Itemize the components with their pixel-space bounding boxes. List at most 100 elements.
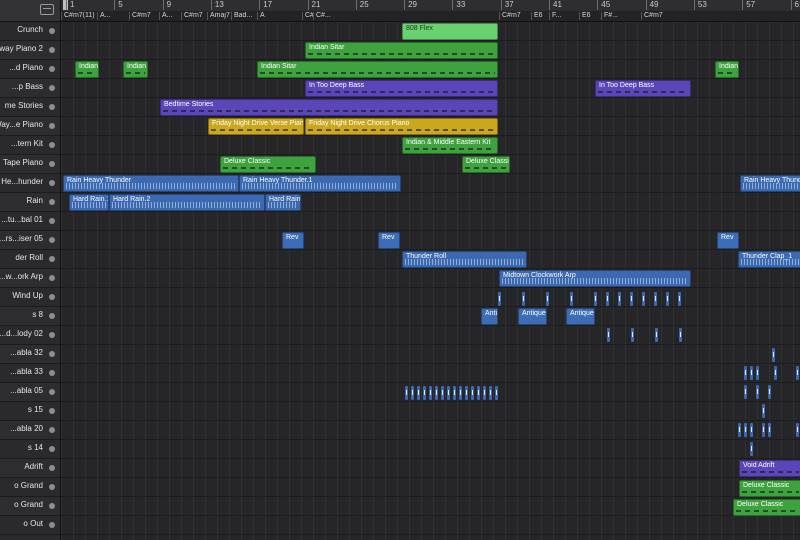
region-deluxe-classic[interactable]: Deluxe Classic: [739, 480, 800, 497]
sample-slice[interactable]: [471, 386, 474, 400]
track-header[interactable]: ...abla 33: [0, 364, 60, 383]
chord-track[interactable]: C#m7(11)A...C#m7A...C#m7Amaj7Bad...AC#..…: [61, 11, 800, 22]
sample-slice[interactable]: [762, 423, 765, 437]
sample-slice[interactable]: [489, 386, 492, 400]
track-dot-icon[interactable]: [49, 85, 55, 91]
sample-slice[interactable]: [642, 292, 645, 306]
region-indian-sitar[interactable]: Indian Sitar: [305, 42, 498, 59]
region-antique[interactable]: Antique: [566, 308, 595, 325]
track-dot-icon[interactable]: [49, 465, 55, 471]
track-dot-icon[interactable]: [49, 503, 55, 509]
track-dot-icon[interactable]: [49, 161, 55, 167]
sample-slice[interactable]: [618, 292, 621, 306]
track-header[interactable]: ...abla 20: [0, 421, 60, 440]
region-reverse-sample[interactable]: Rev: [282, 232, 304, 249]
track-header[interactable]: ...p Bass: [0, 79, 60, 98]
track-dot-icon[interactable]: [49, 522, 55, 528]
region-thunder-clap[interactable]: Thunder Clap_1: [738, 251, 800, 268]
track-lane[interactable]: [61, 231, 800, 250]
track-dot-icon[interactable]: [49, 218, 55, 224]
sample-slice[interactable]: [546, 292, 549, 306]
sample-slice[interactable]: [423, 386, 426, 400]
region-hard-rain[interactable]: Hard Rain.1: [69, 194, 109, 211]
region-deluxe-classic[interactable]: Deluxe Classic: [733, 499, 800, 516]
region-hard-rain[interactable]: Hard Rain.2: [109, 194, 265, 211]
sample-slice[interactable]: [750, 442, 753, 456]
track-lane[interactable]: [61, 288, 800, 307]
region-chorus-piano[interactable]: Friday Night Drive Chorus Piano: [305, 118, 498, 135]
sample-slice[interactable]: [772, 348, 775, 362]
sample-slice[interactable]: [417, 386, 420, 400]
track-header[interactable]: Way...e Piano: [0, 117, 60, 136]
track-dot-icon[interactable]: [49, 66, 55, 72]
region-indian[interactable]: Indian: [123, 61, 148, 78]
sample-slice[interactable]: [630, 292, 633, 306]
track-dot-icon[interactable]: [49, 389, 55, 395]
region-reverse-sample[interactable]: Rev: [717, 232, 739, 249]
chord-marker[interactable]: C#m7(11): [61, 12, 97, 20]
chord-marker[interactable]: C#m7: [641, 12, 800, 20]
track-dot-icon[interactable]: [49, 199, 55, 205]
track-header[interactable]: s 8: [0, 307, 60, 326]
region-reverse-sample[interactable]: Rev: [378, 232, 400, 249]
track-lane[interactable]: [61, 155, 800, 174]
chord-marker[interactable]: F#...: [601, 12, 641, 20]
track-lane[interactable]: [61, 212, 800, 231]
track-header[interactable]: der Roll: [0, 250, 60, 269]
sample-slice[interactable]: [607, 328, 610, 342]
sample-slice[interactable]: [570, 292, 573, 306]
chord-marker[interactable]: A...: [97, 12, 129, 20]
sample-slice[interactable]: [655, 328, 658, 342]
region-rain-heavy-thunder[interactable]: Rain Heavy Thunder: [63, 175, 239, 192]
region-void-adrift[interactable]: Void Adrift: [739, 460, 800, 477]
sample-slice[interactable]: [768, 423, 771, 437]
region-rain-heavy-thunder[interactable]: Rain Heavy Thunder: [740, 175, 800, 192]
track-dot-icon[interactable]: [49, 313, 55, 319]
track-header[interactable]: Rain: [0, 193, 60, 212]
sample-slice[interactable]: [679, 328, 682, 342]
track-dot-icon[interactable]: [49, 370, 55, 376]
region-deluxe-classic[interactable]: Deluxe Classic: [220, 156, 316, 173]
track-lane[interactable]: [61, 497, 800, 516]
chord-marker[interactable]: E6: [531, 12, 549, 20]
sample-slice[interactable]: [495, 386, 498, 400]
track-header[interactable]: ...rs...iser 05: [0, 231, 60, 250]
region-hard-rain[interactable]: Hard Rain: [265, 194, 301, 211]
track-lane[interactable]: [61, 459, 800, 478]
track-header[interactable]: Crunch: [0, 22, 60, 41]
sample-slice[interactable]: [465, 386, 468, 400]
chord-marker[interactable]: C#...: [302, 12, 313, 20]
sample-slice[interactable]: [631, 328, 634, 342]
region-in-too-deep-bass[interactable]: In Too Deep Bass: [305, 80, 498, 97]
sample-slice[interactable]: [498, 292, 501, 306]
chord-marker[interactable]: A...: [159, 12, 181, 20]
sample-slice[interactable]: [441, 386, 444, 400]
region-midtown-clockwork-arp[interactable]: Midtown Clockwork Arp: [499, 270, 691, 287]
track-header[interactable]: ...tu...bal 01: [0, 212, 60, 231]
track-header[interactable]: me Stories: [0, 98, 60, 117]
track-lane[interactable]: [61, 516, 800, 535]
add-track-icon[interactable]: [40, 4, 54, 15]
track-header[interactable]: ...d Piano: [0, 60, 60, 79]
track-dot-icon[interactable]: [49, 104, 55, 110]
chord-marker[interactable]: C#m7: [499, 12, 531, 20]
sample-slice[interactable]: [774, 366, 777, 380]
sample-slice[interactable]: [522, 292, 525, 306]
track-dot-icon[interactable]: [49, 351, 55, 357]
track-lane[interactable]: [61, 345, 800, 364]
track-header[interactable]: s 14: [0, 440, 60, 459]
chord-marker[interactable]: C#m7: [129, 12, 159, 20]
track-dot-icon[interactable]: [49, 408, 55, 414]
track-header[interactable]: Tape Piano: [0, 155, 60, 174]
region-indian[interactable]: Indian: [75, 61, 99, 78]
sample-slice[interactable]: [750, 366, 753, 380]
track-header[interactable]: ...d...lody 02: [0, 326, 60, 345]
region-in-too-deep-bass[interactable]: In Too Deep Bass: [595, 80, 691, 97]
chord-marker[interactable]: E6: [579, 12, 601, 20]
track-dot-icon[interactable]: [49, 332, 55, 338]
track-header[interactable]: Wind Up: [0, 288, 60, 307]
sample-slice[interactable]: [429, 386, 432, 400]
track-dot-icon[interactable]: [49, 256, 55, 262]
track-dot-icon[interactable]: [49, 446, 55, 452]
sample-slice[interactable]: [447, 386, 450, 400]
